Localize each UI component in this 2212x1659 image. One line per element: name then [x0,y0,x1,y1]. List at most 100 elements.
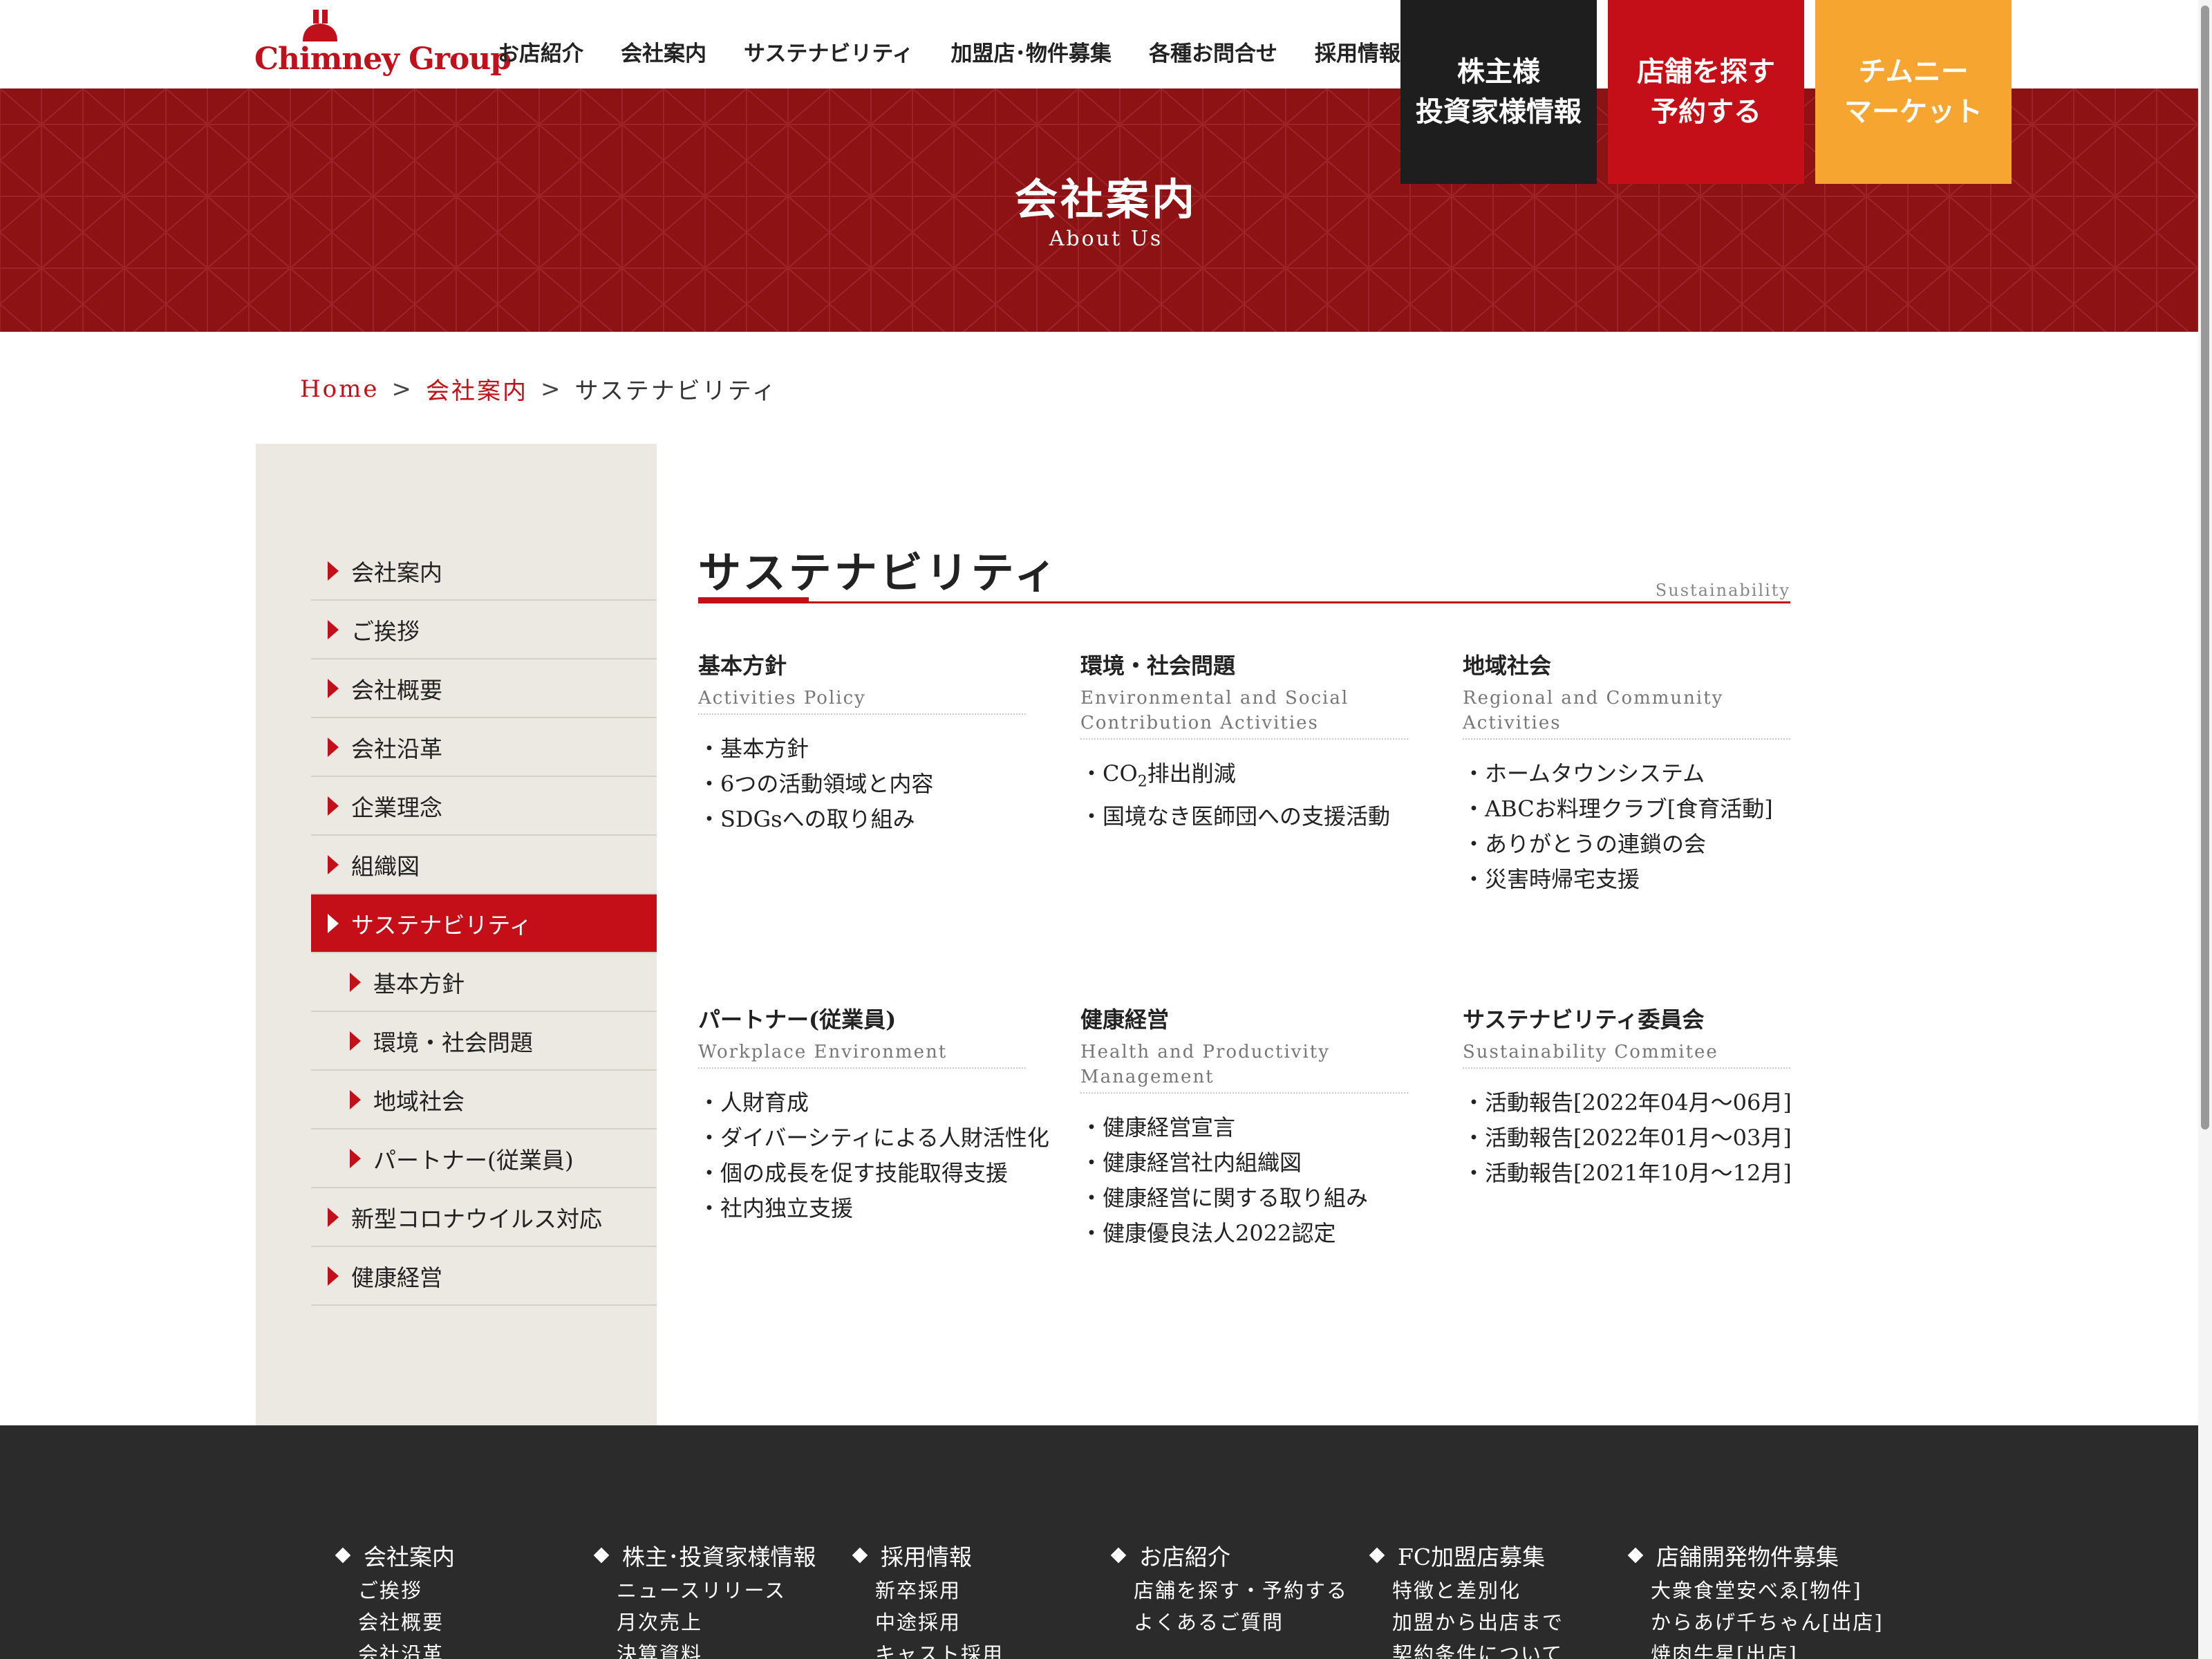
card-link[interactable]: ・健康優良法人2022認定 [1080,1216,1408,1251]
nav-sustainability[interactable]: サステナビリティ [744,36,914,67]
sidebar-item-org-chart[interactable]: 組織図 [311,836,657,894]
sidebar-subitem-partner[interactable]: パートナー(従業員) [311,1130,657,1188]
card-link[interactable]: ・災害時帰宅支援 [1463,862,1790,897]
sidebar-item-philosophy[interactable]: 企業理念 [311,777,657,836]
diamond-bullet-icon [1110,1547,1127,1564]
footer-link[interactable]: 店舗を探す・予約する [1134,1575,1356,1606]
sidebar: 会社案内 ご挨拶 会社概要 会社沿革 企業理念 組織図 サステナビリティ 基本方… [256,444,657,1425]
chimney-group-logo[interactable]: Chimney Group [254,10,512,79]
footer-link[interactable]: 加盟から出店まで [1392,1606,1615,1638]
card-link[interactable]: ・健康経営に関する取り組み [1080,1181,1408,1216]
diamond-bullet-icon [593,1547,610,1564]
card-link[interactable]: ・ホームタウンシステム [1463,756,1790,791]
diamond-bullet-icon [335,1547,351,1564]
nav-recruit[interactable]: 採用情報 [1315,36,1400,67]
footer-heading[interactable]: 株主･投資家様情報 [590,1539,839,1572]
footer-link[interactable]: 新卒採用 [875,1575,1098,1606]
chimney-market-button-overlay[interactable]: チムニー マーケット [1815,0,2012,184]
card-subtitle-en: Health and Productivity Management [1080,1040,1408,1094]
breadcrumb-separator: > [540,375,563,403]
sidebar-item-overview[interactable]: 会社概要 [311,659,657,718]
arrow-right-icon [328,737,339,757]
footer-link[interactable]: 大衆食堂安べゑ[物件] [1651,1575,1873,1606]
card-title[interactable]: 地域社会 [1463,648,1790,680]
sidebar-item-label: パートナー(従業員) [373,1146,574,1174]
footer-link[interactable]: キャスト採用 [875,1638,1098,1659]
sidebar-item-history[interactable]: 会社沿革 [311,718,657,777]
sidebar-item-sustainability[interactable]: サステナビリティ [311,894,657,953]
footer-heading-label: FC加盟店募集 [1398,1544,1546,1571]
sidebar-item-covid[interactable]: 新型コロナウイルス対応 [311,1188,657,1247]
card-link[interactable]: ・国境なき医師団への支援活動 [1080,799,1408,834]
card-title[interactable]: パートナー(従業員) [698,1002,1026,1034]
title-divider [698,601,1790,603]
footer-link[interactable]: よくあるご質問 [1134,1606,1356,1638]
card-link[interactable]: ・活動報告[2022年01月～03月] [1463,1121,1792,1156]
breadcrumb-company[interactable]: 会社案内 [426,372,528,406]
sidebar-item-company[interactable]: 会社案内 [311,542,657,601]
investor-info-button-overlay[interactable]: 株主様 投資家様情報 [1400,0,1597,184]
footer-heading[interactable]: 店舗開発物件募集 [1624,1539,1873,1572]
footer-column-property: 店舗開発物件募集 大衆食堂安べゑ[物件] からあげ千ちゃん[出店] 焼肉牛星[出… [1624,1539,1882,1659]
sidebar-subitem-environment[interactable]: 環境・社会問題 [311,1012,657,1071]
sidebar-item-health[interactable]: 健康経営 [311,1247,657,1306]
footer-link[interactable]: からあげ千ちゃん[出店] [1651,1606,1882,1638]
breadcrumb-current: サステナビリティ [574,377,778,405]
footer-link[interactable]: 焼肉牛星[出店] [1651,1638,1873,1659]
card-title[interactable]: 健康経営 [1080,1002,1408,1034]
card-title[interactable]: 基本方針 [698,648,1026,680]
sidebar-item-greeting[interactable]: ご挨拶 [311,601,657,659]
footer-heading[interactable]: 採用情報 [849,1539,1098,1572]
logo-text: Chimney Group [254,41,512,77]
footer-heading[interactable]: お店紹介 [1107,1539,1356,1572]
card-link[interactable]: ・活動報告[2022年04月～06月] [1463,1085,1792,1121]
card-title[interactable]: 環境・社会問題 [1080,648,1408,680]
card-link[interactable]: ・社内独立支援 [698,1191,1026,1226]
nav-contact[interactable]: 各種お問合せ [1149,36,1277,67]
footer-link[interactable]: 月次売上 [617,1606,839,1638]
nav-company[interactable]: 会社案内 [621,36,706,67]
sidebar-subitem-policy[interactable]: 基本方針 [311,953,657,1012]
footer-heading[interactable]: FC加盟店募集 [1366,1539,1615,1572]
footer-link[interactable]: 会社概要 [358,1606,581,1638]
card-regional-community: 地域社会 Regional and Community Activities ・… [1463,648,1790,897]
card-link[interactable]: ・活動報告[2021年10月～12月] [1463,1156,1792,1191]
subscript-2: 2 [1137,773,1147,791]
footer-link[interactable]: 契約条件について [1392,1638,1615,1659]
footer-heading-label: 店舗開発物件募集 [1656,1544,1839,1571]
footer-link[interactable]: ご挨拶 [358,1575,581,1606]
breadcrumb-home[interactable]: Home [300,375,379,403]
footer-link[interactable]: 決算資料 [617,1638,839,1659]
sidebar-subitem-community[interactable]: 地域社会 [311,1071,657,1130]
footer-column-recruit: 採用情報 新卒採用 中途採用 キャスト採用 [849,1539,1098,1659]
page-title: サステナビリティ [698,547,1060,598]
sidebar-item-label: 環境・社会問題 [373,1029,533,1056]
card-link[interactable]: ・ABCお料理クラブ[食育活動] [1463,791,1790,827]
card-partner: パートナー(従業員) Workplace Environment ・人財育成 ・… [698,1002,1049,1226]
hero-subtitle: About Us [1049,227,1163,251]
scrollbar-thumb[interactable] [2201,6,2209,1130]
footer-link[interactable]: 中途採用 [875,1606,1098,1638]
footer-link[interactable]: 会社沿革 [358,1638,581,1659]
card-link[interactable]: ・人財育成 [698,1085,1026,1121]
card-link[interactable]: ・健康経営社内組織図 [1080,1145,1408,1181]
sidebar-item-label: 地域社会 [373,1087,465,1115]
card-link[interactable]: ・ありがとうの連鎖の会 [1463,827,1790,862]
sidebar-item-label: ご挨拶 [351,617,420,645]
card-link[interactable]: ・ダイバーシティによる人財活性化 [698,1121,1049,1156]
card-link[interactable]: ・6つの活動領域と内容 [698,767,1026,802]
footer-link[interactable]: 特徴と差別化 [1392,1575,1615,1606]
footer-heading[interactable]: 会社案内 [332,1539,581,1572]
card-link[interactable]: ・基本方針 [698,731,1026,767]
sidebar-item-label: 会社案内 [351,559,442,586]
nav-shops[interactable]: お店紹介 [498,36,583,67]
card-title[interactable]: サステナビリティ委員会 [1463,1002,1790,1034]
arrow-right-icon [328,913,339,933]
card-link[interactable]: ・健康経営宣言 [1080,1110,1408,1145]
card-link[interactable]: ・CO2排出削減 [1080,756,1408,799]
card-link[interactable]: ・個の成長を促す技能取得支援 [698,1156,1026,1191]
nav-franchise[interactable]: 加盟店･物件募集 [951,36,1112,67]
card-link[interactable]: ・SDGsへの取り組み [698,802,1026,837]
footer-link[interactable]: ニュースリリース [617,1575,839,1606]
find-shop-reserve-button-overlay[interactable]: 店舗を探す 予約する [1608,0,1804,184]
